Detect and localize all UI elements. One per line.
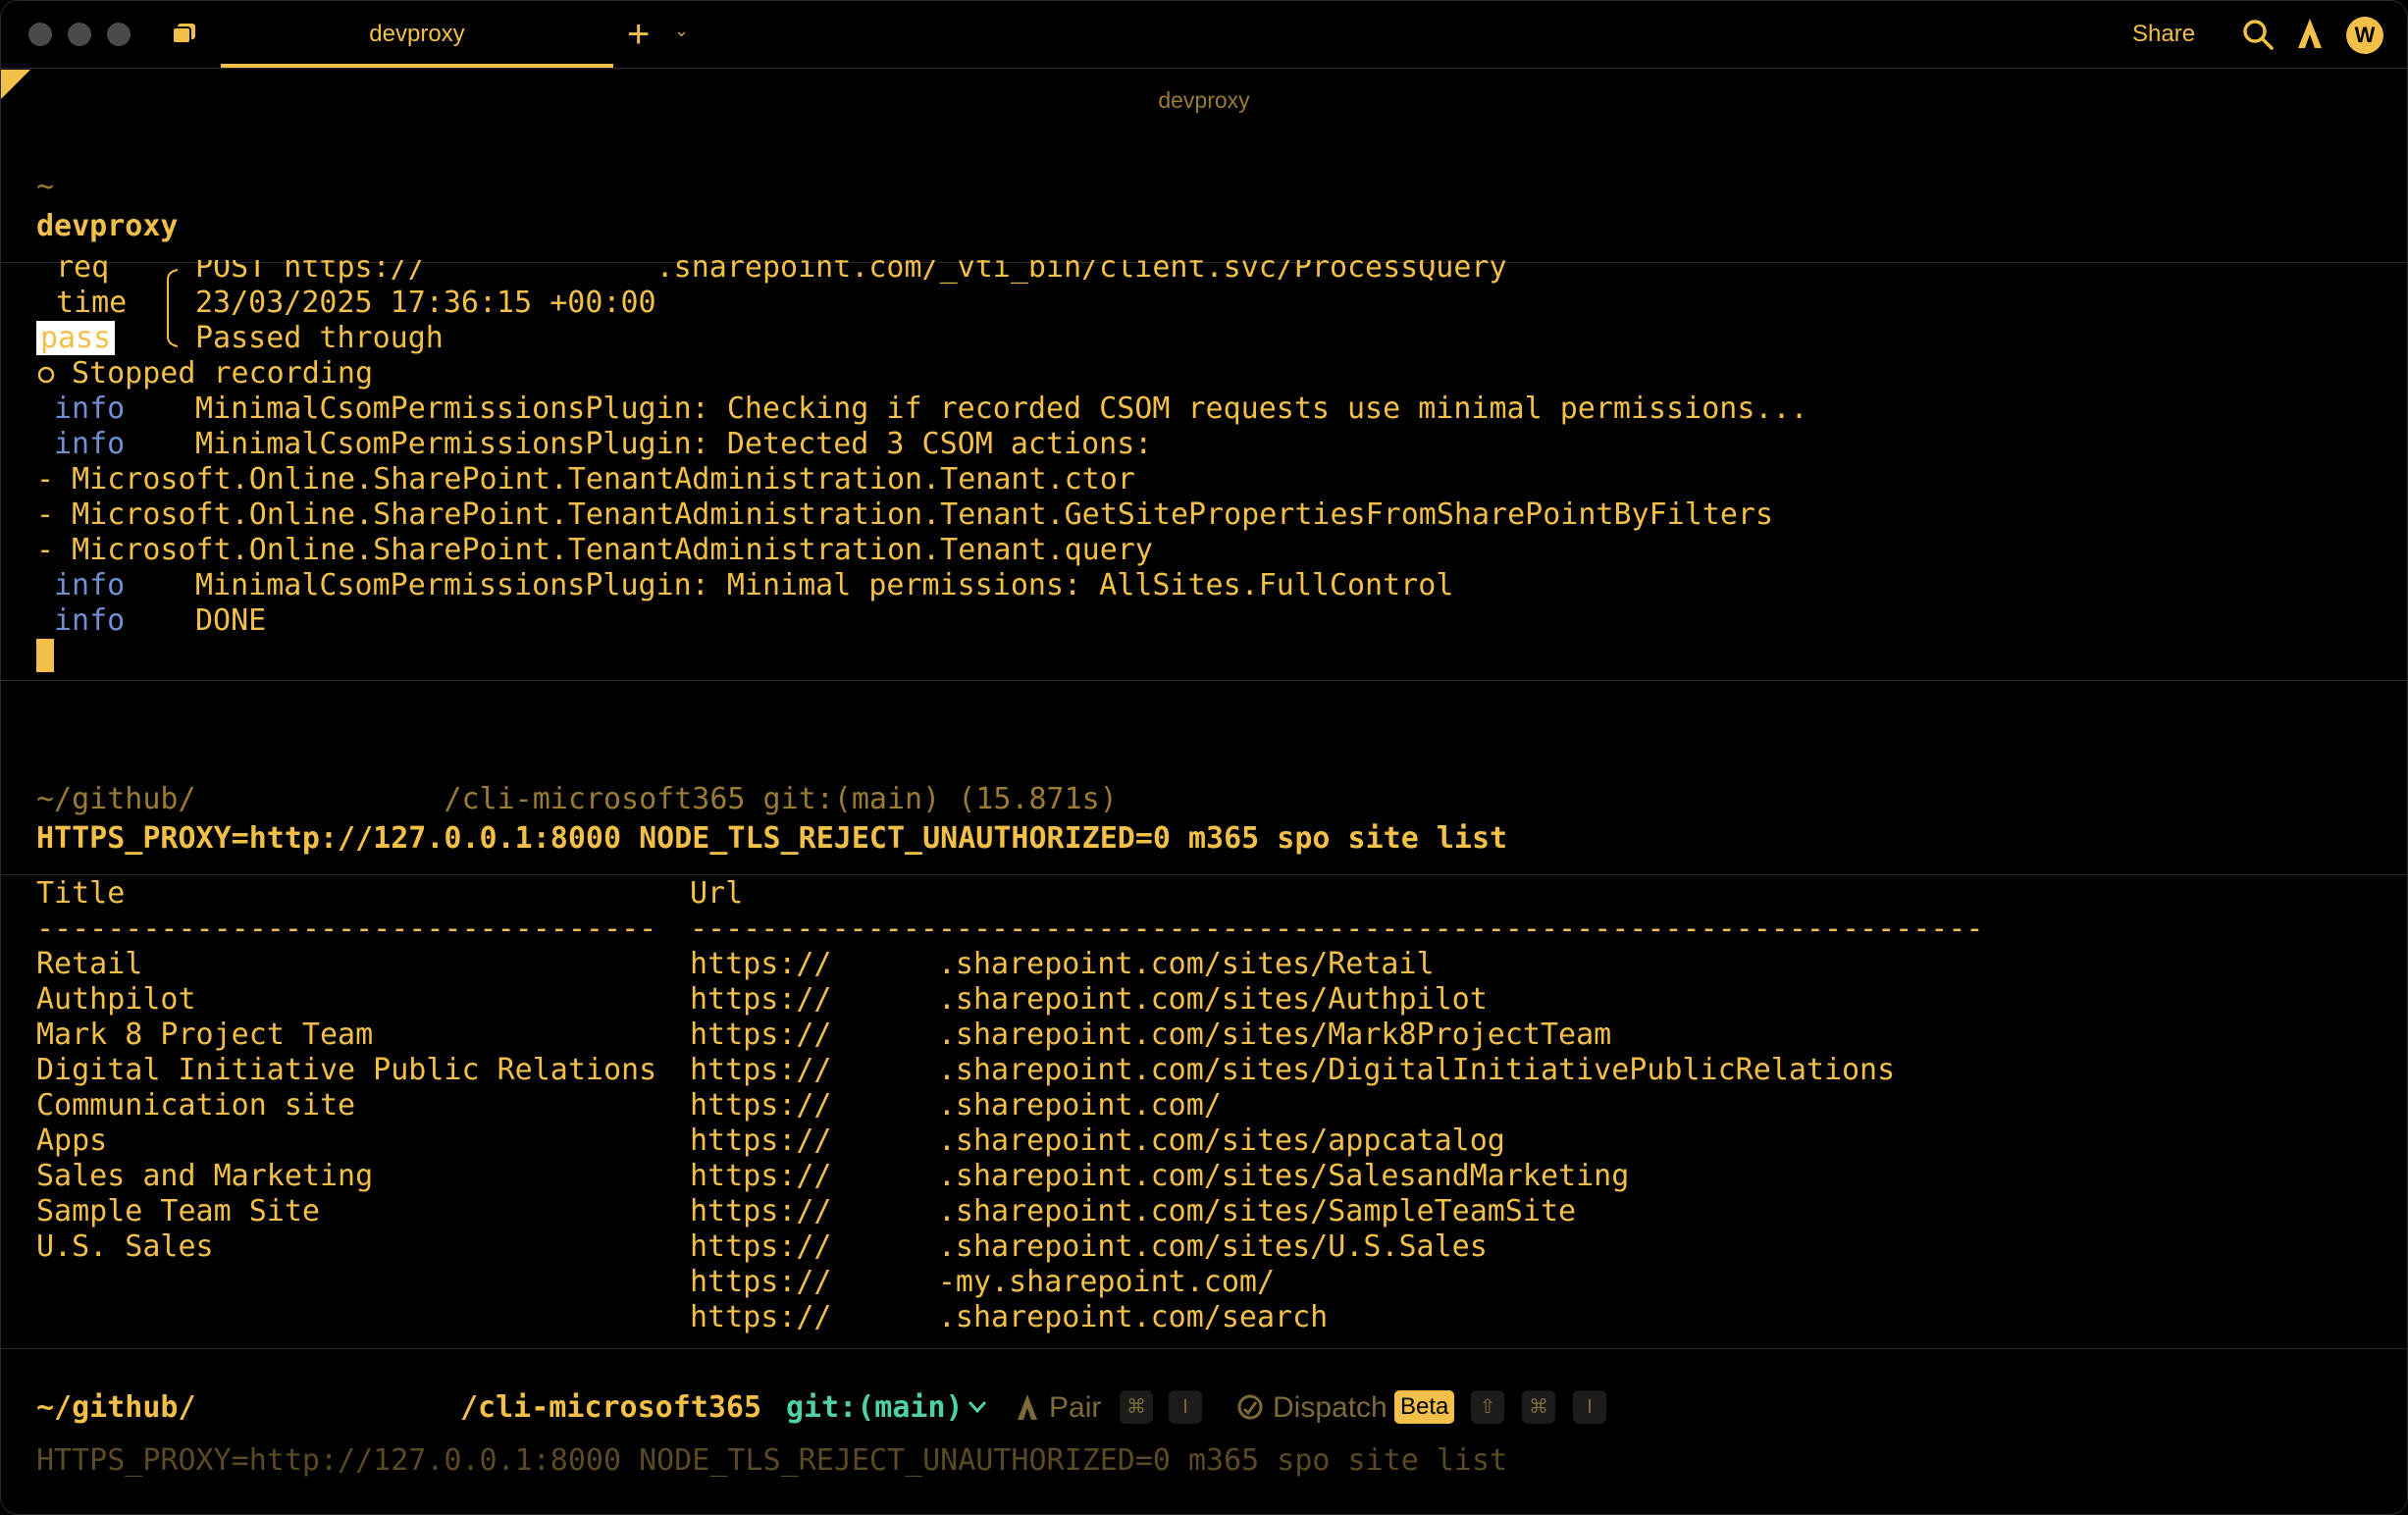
site-title: Mark 8 Project Team bbox=[36, 1018, 373, 1053]
site-title: Apps bbox=[36, 1123, 107, 1159]
pass-label: pass bbox=[36, 321, 115, 355]
block-tilde: ~ bbox=[36, 170, 54, 205]
time-value: 23/03/2025 17:36:15 +00:00 bbox=[195, 286, 656, 321]
site-title: U.S. Sales bbox=[36, 1229, 214, 1265]
log-line: MinimalCsomPermissionsPlugin: Detected 3… bbox=[195, 427, 1152, 462]
site-url[interactable]: https:// .sharepoint.com/search bbox=[690, 1300, 1328, 1335]
pair-shortcut-cmd: ⌘ bbox=[1120, 1390, 1153, 1424]
tab-devproxy[interactable]: devproxy bbox=[221, 1, 613, 68]
site-url[interactable]: https:// .sharepoint.com/sites/Mark8Proj… bbox=[690, 1018, 1611, 1053]
site-title: Communication site bbox=[36, 1088, 355, 1123]
stopped-circle-icon bbox=[36, 365, 56, 385]
new-tab-plus-icon[interactable]: + bbox=[627, 13, 650, 56]
title-rule: ----------------------------------- bbox=[36, 912, 656, 947]
terminal-window: devproxy + ⌄ Share W devproxy ~ devproxy… bbox=[0, 0, 2408, 1515]
info-label: info bbox=[54, 568, 125, 603]
pass-badge: pass bbox=[36, 321, 115, 356]
prompt-path-suffix: /cli-microsoft365 bbox=[460, 1388, 761, 1428]
log-line: MinimalCsomPermissionsPlugin: Minimal pe… bbox=[195, 568, 1453, 603]
csom-action: - Microsoft.Online.SharePoint.TenantAdmi… bbox=[36, 497, 1773, 533]
site-url[interactable]: https:// .sharepoint.com/sites/DigitalIn… bbox=[690, 1053, 1895, 1088]
tab-overview-icon[interactable] bbox=[172, 23, 197, 44]
info-label: info bbox=[54, 392, 125, 427]
pane-title: devproxy bbox=[1, 87, 2407, 114]
req-value: POST https:// .sharepoint.com/_vti_bin/c… bbox=[195, 250, 1507, 286]
column-header-url: Url bbox=[690, 876, 743, 912]
search-icon[interactable] bbox=[2240, 17, 2276, 52]
site-url[interactable]: https:// -my.sharepoint.com/ bbox=[690, 1265, 1275, 1300]
dispatch-shortcut-shift: ⇧ bbox=[1471, 1390, 1504, 1424]
block-separator bbox=[1, 680, 2407, 681]
block-divider bbox=[1, 874, 2407, 875]
block-path: ~/github/ /cli-microsoft365 git:(main) (… bbox=[36, 782, 1118, 817]
zoom-window-button[interactable] bbox=[107, 23, 131, 46]
terminal-cursor bbox=[36, 639, 54, 672]
info-label: info bbox=[54, 427, 125, 462]
site-url[interactable]: https:// .sharepoint.com/sites/SalesandM… bbox=[690, 1159, 1629, 1194]
site-url[interactable]: https:// .sharepoint.com/sites/Retail bbox=[690, 947, 1435, 982]
stopped-recording-text: Stopped recording bbox=[72, 356, 373, 392]
pair-icon bbox=[1016, 1392, 1039, 1422]
title-bar: devproxy + ⌄ Share W bbox=[1, 1, 2407, 69]
bracket-icon bbox=[164, 266, 183, 350]
site-title: Authpilot bbox=[36, 982, 196, 1018]
command-input[interactable]: HTTPS_PROXY=http://127.0.0.1:8000 NODE_T… bbox=[36, 1443, 1507, 1479]
dispatch-button[interactable]: Dispatch bbox=[1273, 1388, 1387, 1428]
avatar[interactable]: W bbox=[2346, 17, 2383, 54]
pair-button[interactable]: Pair bbox=[1049, 1388, 1101, 1428]
dispatch-shortcut-cmd: ⌘ bbox=[1522, 1390, 1555, 1424]
prompt-path-prefix: ~/github/ bbox=[36, 1388, 196, 1428]
req-label: req bbox=[56, 250, 109, 286]
block-command[interactable]: devproxy bbox=[36, 209, 179, 244]
close-window-button[interactable] bbox=[28, 23, 52, 46]
dispatch-shortcut-i: I bbox=[1573, 1390, 1606, 1424]
site-url[interactable]: https:// .sharepoint.com/ bbox=[690, 1088, 1222, 1123]
log-line: DONE bbox=[195, 603, 266, 639]
block-command[interactable]: HTTPS_PROXY=http://127.0.0.1:8000 NODE_T… bbox=[36, 821, 1507, 857]
info-label: info bbox=[54, 603, 125, 639]
share-button[interactable]: Share bbox=[2132, 21, 2195, 48]
agent-icon[interactable] bbox=[2295, 17, 2325, 50]
chevron-down-icon[interactable] bbox=[967, 1398, 988, 1416]
site-title: Sales and Marketing bbox=[36, 1159, 373, 1194]
time-label: time bbox=[56, 286, 127, 321]
pass-value: Passed through bbox=[195, 321, 444, 356]
site-title: Sample Team Site bbox=[36, 1194, 320, 1229]
pair-shortcut-i: I bbox=[1169, 1390, 1202, 1424]
chevron-down-icon[interactable]: ⌄ bbox=[674, 21, 689, 41]
site-url[interactable]: https:// .sharepoint.com/sites/SampleTea… bbox=[690, 1194, 1576, 1229]
log-line: MinimalCsomPermissionsPlugin: Checking i… bbox=[195, 392, 1808, 427]
git-branch-selector[interactable]: git:(main) bbox=[786, 1388, 964, 1428]
input-separator bbox=[1, 1348, 2407, 1349]
column-header-title: Title bbox=[36, 876, 125, 912]
url-rule: ----------------------------------------… bbox=[690, 912, 1984, 947]
minimize-window-button[interactable] bbox=[68, 23, 91, 46]
csom-action: - Microsoft.Online.SharePoint.TenantAdmi… bbox=[36, 533, 1153, 568]
site-title: Retail bbox=[36, 947, 142, 982]
site-url[interactable]: https:// .sharepoint.com/sites/U.S.Sales bbox=[690, 1229, 1488, 1265]
csom-action: - Microsoft.Online.SharePoint.TenantAdmi… bbox=[36, 462, 1135, 497]
beta-badge: Beta bbox=[1394, 1390, 1454, 1424]
site-url[interactable]: https:// .sharepoint.com/sites/appcatalo… bbox=[690, 1123, 1505, 1159]
dispatch-icon bbox=[1235, 1392, 1265, 1422]
site-title: Digital Initiative Public Relations bbox=[36, 1053, 656, 1088]
site-url[interactable]: https:// .sharepoint.com/sites/Authpilot bbox=[690, 982, 1488, 1018]
